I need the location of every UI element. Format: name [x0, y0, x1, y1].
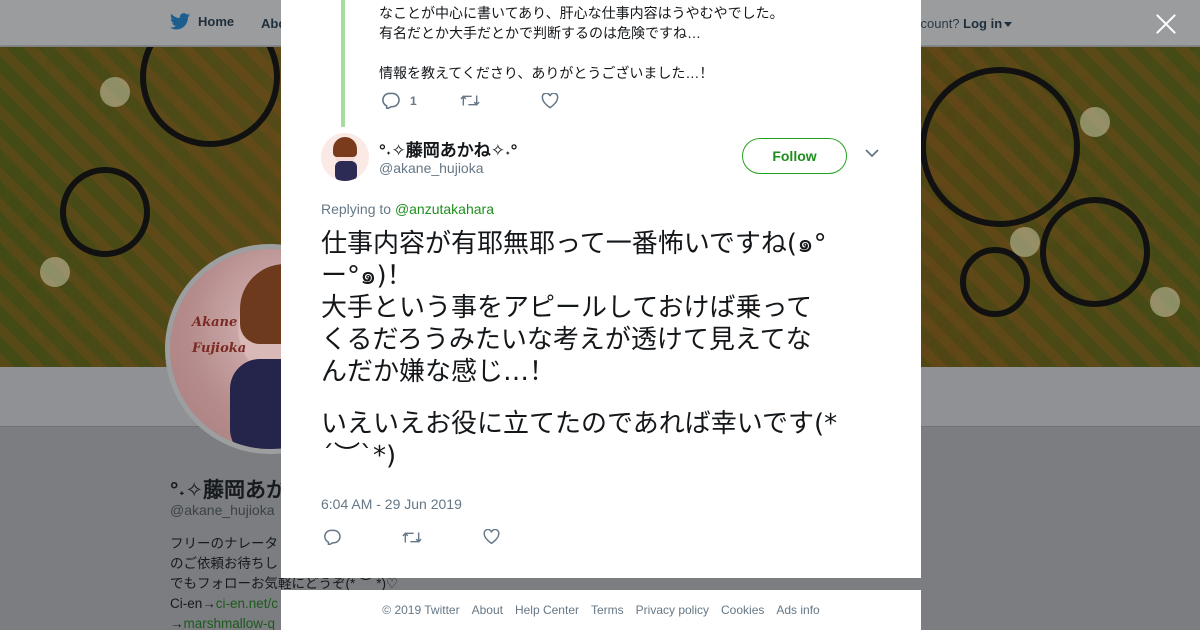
- parent-tweet-text: なことが中心に書いてあり、肝心な仕事内容はうやむやでした。 有名だとか大手だとか…: [379, 3, 879, 83]
- tweet-text-line: 仕事内容が有耶無耶って一番怖いですね(๑°: [321, 229, 827, 259]
- tweet-text-line: いえいえお役に立てたのであれば幸いです(*: [321, 409, 838, 439]
- login-area: ccount? Log in: [914, 16, 1013, 31]
- parent-retweet-button[interactable]: [460, 93, 480, 108]
- like-button[interactable]: [483, 529, 500, 545]
- parent-reply-button[interactable]: 1: [381, 92, 417, 109]
- retweet-icon: [402, 531, 422, 543]
- profile-bio: フリーのナレータ のご依頼お待ちし: [170, 534, 282, 574]
- marshmallow-link[interactable]: marshmallow-q: [184, 616, 276, 630]
- tweet-author-handle[interactable]: @akane_hujioka: [379, 160, 484, 176]
- profile-bio-line: のご依頼お待ちし: [170, 556, 278, 571]
- profile-handle: @akane_hujioka: [170, 502, 275, 518]
- parent-tweet-line: 有名だとか大手だとかで判断するのは危険ですね…: [379, 25, 701, 41]
- tweet-timestamp[interactable]: 6:04 AM - 29 Jun 2019: [321, 496, 462, 512]
- tweet-author-avatar[interactable]: [321, 133, 369, 181]
- replying-to-prefix: Replying to: [321, 201, 392, 217]
- parent-tweet-line: [379, 43, 879, 63]
- reply-icon: [382, 92, 400, 109]
- tweet-text-line: ー°๑)！: [321, 261, 413, 291]
- replying-to-link[interactable]: @anzutakahara: [395, 201, 494, 217]
- tweet-text-line: 大手という事をアピールしておけば乗って: [321, 293, 813, 323]
- profile-bio-line: フリーのナレータ: [170, 536, 278, 551]
- footer-copyright: © 2019 Twitter: [382, 603, 460, 617]
- tweet-modal: なことが中心に書いてあり、肝心な仕事内容はうやむやでした。 有名だとか大手だとか…: [281, 0, 921, 578]
- reply-button[interactable]: [323, 529, 341, 545]
- nav-home-link[interactable]: Home: [170, 13, 234, 30]
- avatar-text-akane: Akane: [192, 315, 238, 330]
- parent-like-button[interactable]: [541, 92, 559, 109]
- tweet-text: 仕事内容が有耶無耶って一番怖いですね(๑° ー°๑)！ 大手という事をアピールし…: [321, 228, 881, 472]
- retweet-button[interactable]: [402, 530, 422, 545]
- nav-home-label: Home: [198, 14, 235, 29]
- tweet-author-name[interactable]: °˖✧藤岡あかね✧˖°: [379, 136, 517, 161]
- footer-link-privacy[interactable]: Privacy policy: [636, 603, 709, 617]
- modal-footer: © 2019 Twitter About Help Center Terms P…: [281, 590, 921, 630]
- parent-reply-count: 1: [410, 93, 417, 108]
- heart-icon: [541, 92, 559, 109]
- cien-prefix: Ci-en→: [170, 596, 216, 611]
- twitter-bird-icon: [170, 13, 190, 30]
- footer-link-ads-info[interactable]: Ads info: [776, 603, 819, 617]
- reply-icon: [324, 529, 341, 545]
- follow-button[interactable]: Follow: [742, 138, 847, 174]
- conversation-thread-line: [341, 0, 345, 127]
- cien-link[interactable]: ci-en.net/c: [216, 596, 278, 611]
- retweet-icon: [460, 95, 480, 106]
- footer-link-terms[interactable]: Terms: [591, 603, 624, 617]
- parent-tweet-line: 情報を教えてくださり、ありがとうございました…！: [379, 65, 714, 81]
- tweet-actions: [323, 529, 500, 545]
- parent-tweet-actions: 1: [381, 92, 559, 109]
- footer-link-cookies[interactable]: Cookies: [721, 603, 764, 617]
- chevron-down-icon[interactable]: [865, 149, 879, 158]
- close-icon[interactable]: [1153, 11, 1179, 37]
- avatar-text-fujioka: Fujioka: [192, 341, 247, 356]
- login-link[interactable]: Log in: [963, 16, 1002, 31]
- footer-link-about[interactable]: About: [472, 603, 503, 617]
- footer-link-help-center[interactable]: Help Center: [515, 603, 579, 617]
- marshmallow-prefix: →: [170, 616, 184, 630]
- parent-tweet-line: なことが中心に書いてあり、肝心な仕事内容はうやむやでした。: [379, 5, 784, 21]
- tweet-text-line: んだか嫌な感じ…！: [321, 357, 556, 387]
- chevron-down-icon[interactable]: [1004, 22, 1013, 28]
- tweet-text-line: [321, 388, 881, 408]
- tweet-text-line: ´︶`*): [321, 441, 397, 471]
- heart-icon: [483, 529, 500, 545]
- tweet-text-line: くるだろうみたいな考えが透けて見えてな: [321, 325, 812, 355]
- replying-to: Replying to @anzutakahara: [321, 201, 494, 217]
- profile-name: °˖✧藤岡あか: [170, 479, 282, 502]
